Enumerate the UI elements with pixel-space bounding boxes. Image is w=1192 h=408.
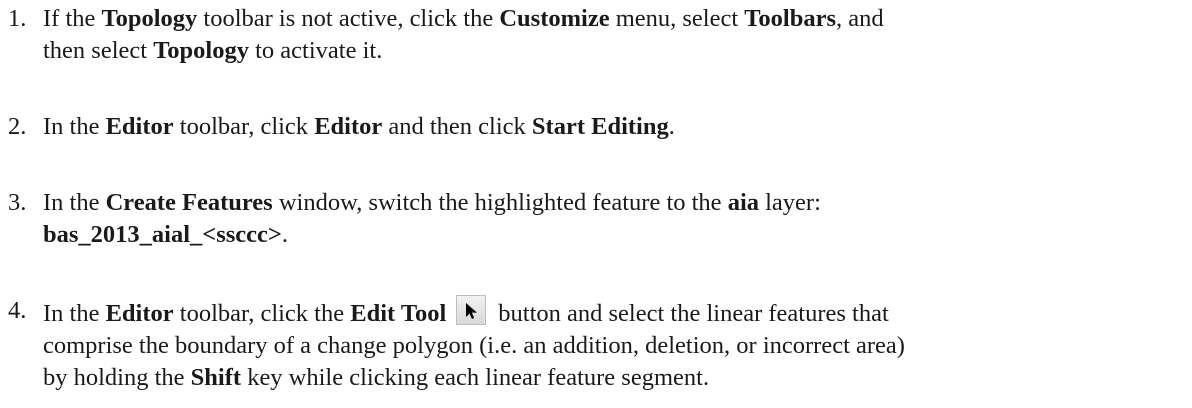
step-line: In the Editor toolbar, click the Edit To…	[43, 295, 1180, 330]
text-run: key while clicking each linear feature s…	[241, 364, 710, 391]
text-run: .	[281, 221, 289, 248]
bold-term: Editor	[314, 113, 383, 140]
step-line: then select Topology to activate it.	[43, 35, 1180, 67]
bold-term: Editor	[105, 113, 174, 140]
text-run: to activate it.	[248, 37, 383, 64]
bold-term: aia	[727, 189, 759, 216]
text-run: menu, select	[609, 5, 745, 32]
step-number: 3.	[8, 189, 27, 216]
text-run: then select	[43, 37, 154, 64]
text-run: In the	[43, 300, 106, 327]
step-text: In the Editor toolbar, click the Edit To…	[43, 295, 1180, 394]
bold-term: Toolbars	[744, 5, 836, 32]
step-line: comprise the boundary of a change polygo…	[43, 330, 1180, 362]
text-run: toolbar, click	[173, 113, 315, 140]
bold-term: Editor	[105, 300, 174, 327]
bold-term: Edit Tool	[350, 300, 447, 327]
step-text: If the Topology toolbar is not active, c…	[43, 3, 1180, 67]
bold-term: bas_2013_aial_<ssccc>	[43, 221, 282, 248]
text-run: by holding the	[43, 364, 191, 391]
text-run: toolbar is not active, click the	[197, 5, 500, 32]
text-run: button and select the linear features th…	[498, 300, 889, 327]
bold-term: Start Editing	[531, 113, 669, 140]
step-line: bas_2013_aial_<ssccc>.	[43, 219, 1180, 251]
bold-term: Shift	[190, 364, 242, 391]
text-run: layer:	[759, 189, 821, 216]
text-run: comprise the boundary of a change polygo…	[43, 332, 905, 359]
step-line: In the Editor toolbar, click Editor and …	[43, 111, 1180, 143]
step-line: by holding the Shift key while clicking …	[43, 362, 1180, 394]
bold-term: Topology	[101, 5, 198, 32]
step-number: 1.	[8, 5, 27, 32]
step-text: In the Editor toolbar, click Editor and …	[43, 111, 1180, 143]
text-run: window, switch the highlighted feature t…	[272, 189, 728, 216]
text-run: toolbar, click the	[173, 300, 351, 327]
bold-term: Topology	[153, 37, 249, 64]
bold-term: Customize	[499, 5, 610, 32]
step-line: In the Create Features window, switch th…	[43, 187, 1180, 219]
text-run: If the	[43, 5, 102, 32]
bold-term: Create Features	[105, 189, 273, 216]
text-run: and then click	[382, 113, 532, 140]
step-line: If the Topology toolbar is not active, c…	[43, 3, 1180, 35]
text-run: .	[668, 113, 675, 140]
step-number: 2.	[8, 113, 27, 140]
text-run: , and	[835, 5, 884, 32]
step-text: In the Create Features window, switch th…	[43, 187, 1180, 251]
text-run: In the	[43, 189, 106, 216]
text-run: In the	[43, 113, 106, 140]
edit-tool-arrow-icon	[456, 295, 487, 325]
step-number: 4.	[8, 297, 27, 324]
